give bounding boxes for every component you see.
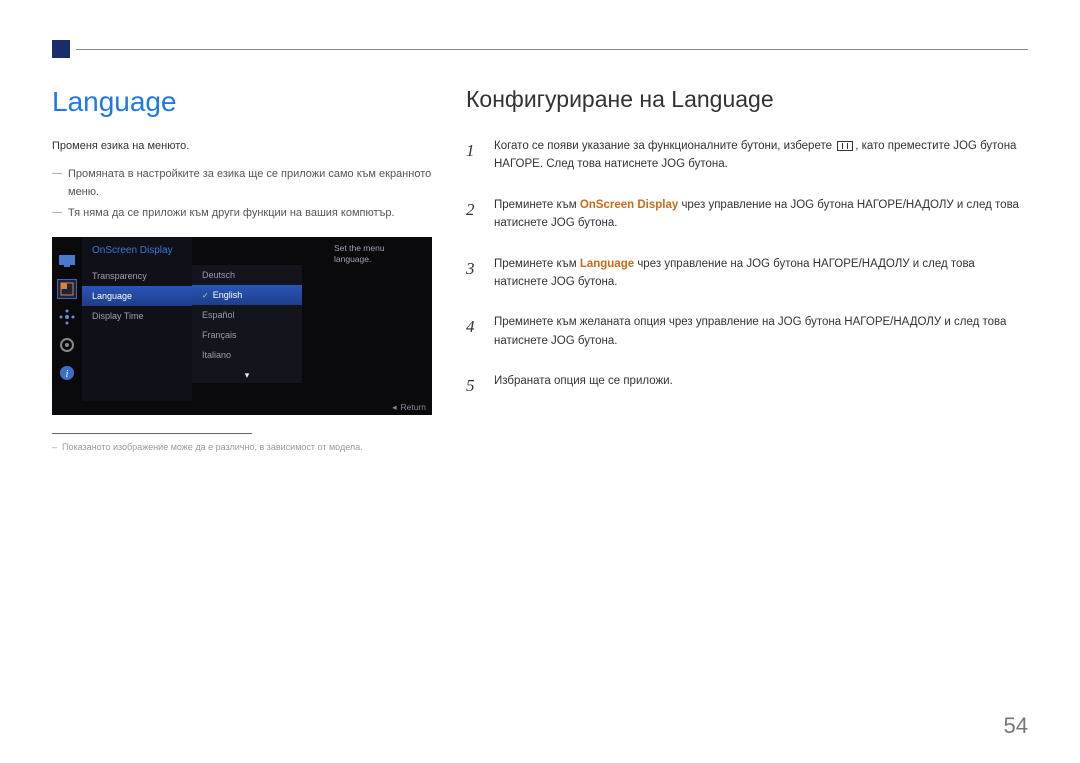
page-number: 54 <box>1004 713 1028 739</box>
lead-text: Променя езика на менюто. <box>52 140 432 152</box>
header-block <box>52 40 70 58</box>
notes-list: Промяната в настройките за езика ще се п… <box>52 166 432 223</box>
osd-lang-francais[interactable]: Français <box>192 325 302 345</box>
osd-language-column: Deutsch English Español Français Italian… <box>192 265 302 383</box>
step-keyword: OnScreen Display <box>580 199 678 211</box>
step-4: 4 Преминете към желаната опция чрез упра… <box>466 313 1028 350</box>
menu-icon <box>837 141 853 151</box>
steps-list: 1 Когато се появи указание за функционал… <box>466 137 1028 399</box>
step-5: 5 Избраната опция ще се приложи. <box>466 372 1028 399</box>
osd-lang-italiano[interactable]: Italiano <box>192 345 302 365</box>
osd-menu-item-transparency[interactable]: Transparency <box>82 266 192 286</box>
note-item: Тя няма да се приложи към други функции … <box>52 205 432 223</box>
step-number: 2 <box>466 196 480 233</box>
osd-side-icons: i <box>52 237 82 415</box>
osd-lang-english[interactable]: English <box>192 285 302 305</box>
step-text-pre: Когато се появи указание за функционални… <box>494 140 835 152</box>
osd-lang-espanol[interactable]: Español <box>192 305 302 325</box>
step-text: Преминете към желаната опция чрез управл… <box>494 313 1028 350</box>
step-text-pre: Преминете към <box>494 258 580 270</box>
osd-return-label[interactable]: Return <box>392 402 426 413</box>
step-1: 1 Когато се появи указание за функционал… <box>466 137 1028 174</box>
footnote-rule <box>52 433 252 434</box>
step-number: 3 <box>466 255 480 292</box>
osd-menu-item-language[interactable]: Language <box>82 286 192 306</box>
left-column: Language Променя езика на менюто. Промян… <box>52 86 432 452</box>
settings-gear-icon <box>57 335 77 355</box>
right-column: Конфигуриране на Language 1 Когато се по… <box>466 86 1028 452</box>
step-2: 2 Преминете към OnScreen Display чрез уп… <box>466 196 1028 233</box>
osd-screenshot: i OnScreen Display Transparency Language… <box>52 237 432 415</box>
navigation-icon <box>57 307 77 327</box>
step-keyword: Language <box>580 258 634 270</box>
step-text: Избраната опция ще се приложи. <box>494 372 1028 399</box>
section-heading-right: Конфигуриране на Language <box>466 86 1028 113</box>
section-heading-left: Language <box>52 86 432 118</box>
step-text: Преминете към OnScreen Display чрез упра… <box>494 196 1028 233</box>
osd-lang-deutsch[interactable]: Deutsch <box>192 265 302 285</box>
svg-text:i: i <box>66 369 69 380</box>
osd-title: OnScreen Display <box>82 237 192 266</box>
onscreen-display-icon <box>57 279 77 299</box>
header-rule <box>52 40 1028 58</box>
info-icon: i <box>57 363 77 383</box>
step-number: 4 <box>466 313 480 350</box>
osd-menu-item-displaytime[interactable]: Display Time <box>82 306 192 326</box>
step-text-pre: Преминете към <box>494 199 580 211</box>
step-number: 1 <box>466 137 480 174</box>
step-3: 3 Преминете към Language чрез управление… <box>466 255 1028 292</box>
osd-menu-column: OnScreen Display Transparency Language D… <box>82 237 192 401</box>
footnote-text: Показаното изображение може да е различн… <box>52 442 432 452</box>
note-item: Промяната в настройките за езика ще се п… <box>52 166 432 201</box>
picture-icon <box>57 251 77 271</box>
step-number: 5 <box>466 372 480 399</box>
step-text: Когато се появи указание за функционални… <box>494 137 1028 174</box>
osd-description: Set the menu language. <box>334 243 424 265</box>
down-arrow-icon: ▾ <box>245 370 250 381</box>
step-text: Преминете към Language чрез управление н… <box>494 255 1028 292</box>
header-line <box>76 49 1028 50</box>
